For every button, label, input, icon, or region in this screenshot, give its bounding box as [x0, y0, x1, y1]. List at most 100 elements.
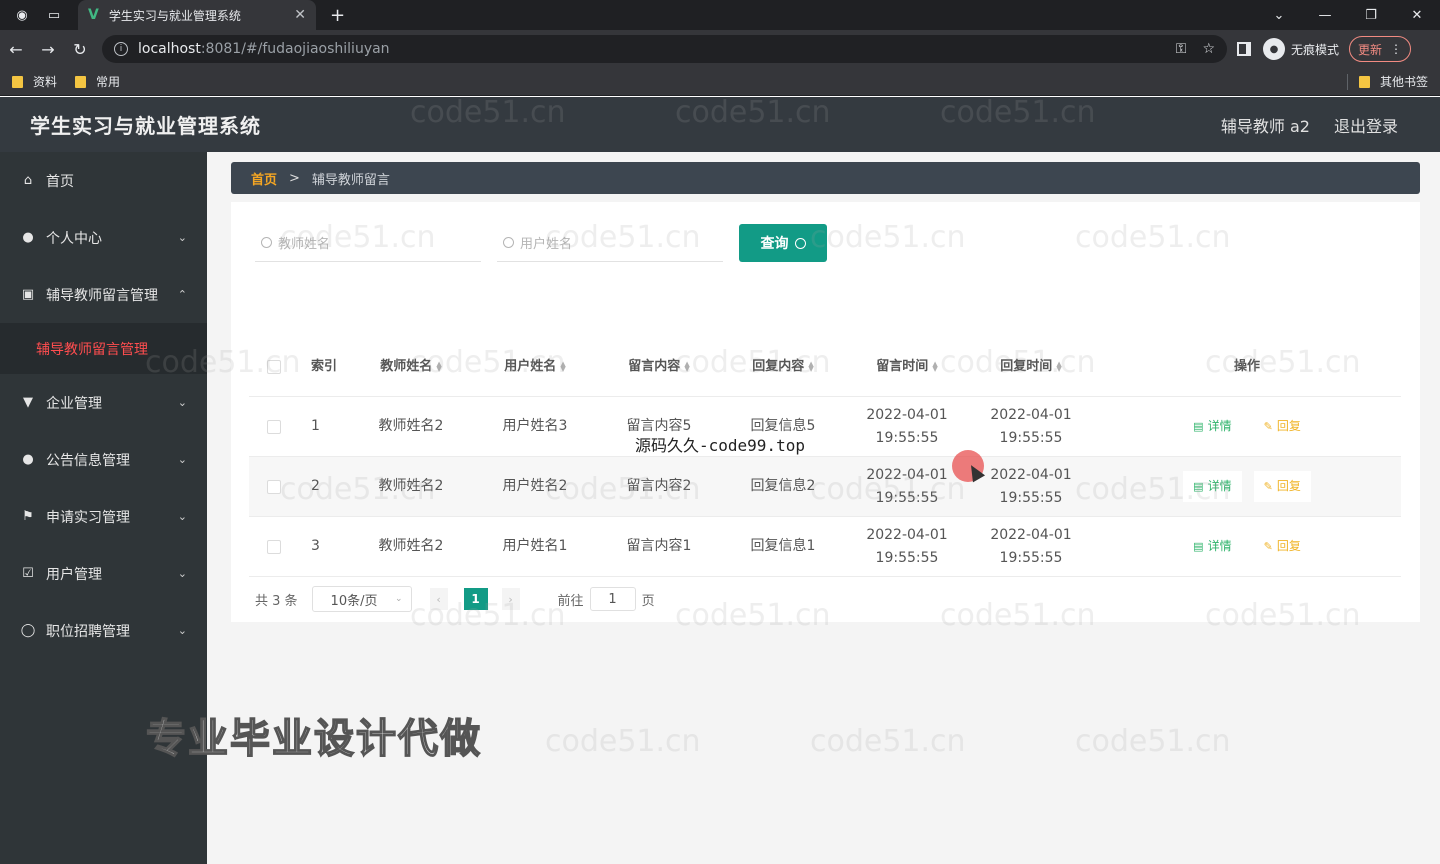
edit-icon: ✎ — [1263, 420, 1273, 433]
header-message[interactable]: 留言内容 ▲ ▼ — [597, 355, 721, 378]
sidebar-item-home[interactable]: ⌂ 首页 — [0, 152, 207, 209]
cell-index: 1 — [311, 418, 320, 434]
teacher-name-input[interactable]: 教师姓名 — [255, 224, 481, 262]
list-card: 教师姓名 用户姓名 查询 索引 教师姓名 ▲ ▼ 用户姓名 ▲ ▼ 留言内容 ▲ ▼ 回复内… — [231, 202, 1420, 622]
more-icon[interactable]: ⋮ — [1390, 42, 1402, 56]
sidebar-item-users[interactable]: ☑ 用户管理 ⌄ — [0, 545, 207, 602]
cell-user: 用户姓名1 — [502, 538, 568, 554]
detail-button[interactable]: ▤ 详情 — [1183, 531, 1241, 562]
cell-message-time: 2022-04-01 19:55:55 — [866, 526, 948, 566]
browser-tab-bar: ◉ ▭ V 学生实习与就业管理系统 ✕ + ⌄ — ❐ ✕ — [0, 0, 1440, 30]
reply-button[interactable]: ✎ 回复 — [1254, 411, 1311, 442]
logout-button[interactable]: 退出登录 — [1334, 113, 1398, 137]
close-window-icon[interactable]: ✕ — [1394, 8, 1440, 23]
query-button[interactable]: 查询 — [739, 224, 827, 262]
chevron-down-icon: ⌄ — [177, 624, 187, 637]
row-checkbox[interactable] — [267, 419, 281, 434]
sidebar-item-notice[interactable]: ● 公告信息管理 ⌄ — [0, 431, 207, 488]
header-reply[interactable]: 回复内容 ▲ ▼ — [721, 355, 845, 378]
sidebar-item-internship-apply[interactable]: ⚑ 申请实习管理 ⌄ — [0, 488, 207, 545]
sidebar-item-teacher-message[interactable]: ▣ 辅导教师留言管理 ⌃ — [0, 266, 207, 323]
sort-icon[interactable]: ▲ ▼ — [684, 360, 689, 372]
address-bar: ← → ↻ i localhost:8081/#/fudaojiaoshiliu… — [0, 30, 1440, 68]
sidebar-item-personal-center[interactable]: ● 个人中心 ⌄ — [0, 209, 207, 266]
cell-reply: 回复信息1 — [750, 538, 816, 554]
header-teacher[interactable]: 教师姓名 ▲ ▼ — [349, 355, 473, 378]
url-host: localhost — [138, 41, 201, 57]
breadcrumb-home[interactable]: 首页 — [251, 169, 277, 188]
next-page-button[interactable]: › — [501, 588, 520, 610]
chevron-down-icon: ⌄ — [177, 567, 187, 580]
back-icon[interactable]: ← — [0, 40, 32, 59]
message-icon: ▣ — [21, 287, 35, 302]
header-reply-time[interactable]: 回复时间 ▲ ▼ — [969, 355, 1093, 378]
sidebar-item-enterprise[interactable]: ▼ 企业管理 ⌄ — [0, 374, 207, 431]
profile-icon[interactable]: ◉ — [12, 5, 32, 25]
prev-page-button[interactable]: ‹ — [429, 588, 448, 610]
incognito-indicator[interactable]: ● 无痕模式 — [1263, 38, 1339, 60]
url-input[interactable]: i localhost:8081/#/fudaojiaoshiliuyan ⚿ … — [102, 35, 1227, 63]
tab-search-icon[interactable]: ▭ — [44, 5, 64, 25]
header-user[interactable]: 用户姓名 ▲ ▼ — [473, 355, 597, 378]
user-name-input[interactable]: 用户姓名 — [497, 224, 723, 262]
cell-reply-time: 2022-04-01 19:55:55 — [990, 406, 1072, 446]
chevron-down-icon: ⌄ — [177, 453, 187, 466]
cell-message: 留言内容1 — [626, 538, 692, 554]
header-message-time[interactable]: 留言时间 ▲ ▼ — [845, 355, 969, 378]
document-icon: ▤ — [1193, 420, 1204, 433]
goto-label: 前往 — [557, 593, 584, 609]
home-icon: ⌂ — [23, 173, 33, 188]
maximize-icon[interactable]: ❐ — [1348, 8, 1394, 23]
sidebar-item-job[interactable]: ◯ 职位招聘管理 ⌄ — [0, 602, 207, 659]
search-icon — [503, 237, 514, 248]
document-icon: ▤ — [1193, 480, 1204, 493]
page-number-button[interactable]: 1 — [463, 588, 488, 610]
document-icon: ▤ — [1193, 540, 1204, 553]
reply-button[interactable]: ✎ 回复 — [1253, 471, 1311, 502]
sidebar-toggle-icon[interactable] — [1237, 42, 1251, 56]
goto-page-input[interactable]: 1 — [589, 587, 636, 611]
cell-message-time: 2022-04-01 19:55:55 — [866, 466, 948, 506]
sidebar-item-label: 首页 — [46, 173, 74, 190]
reply-button[interactable]: ✎ 回复 — [1254, 531, 1311, 562]
other-bookmarks[interactable]: 其他书签 — [1358, 73, 1428, 90]
detail-button[interactable]: ▤ 详情 — [1183, 471, 1242, 502]
sort-icon[interactable]: ▲ ▼ — [436, 360, 441, 372]
row-checkbox[interactable] — [267, 479, 281, 494]
search-form: 教师姓名 用户姓名 查询 — [255, 224, 827, 262]
tab-close-icon[interactable]: ✕ — [294, 7, 306, 23]
sort-icon[interactable]: ▲ ▼ — [1056, 360, 1061, 372]
user-name-placeholder: 用户姓名 — [520, 237, 573, 252]
page-size-select[interactable]: 10条/页 ⌄ — [311, 586, 412, 612]
teacher-name-placeholder: 教师姓名 — [278, 237, 331, 252]
sidebar-item-label: 用户管理 — [46, 566, 102, 583]
sidebar-item-label: 企业管理 — [46, 395, 102, 412]
bookmark-label: 常用 — [96, 75, 121, 89]
sort-icon[interactable]: ▲ ▼ — [560, 360, 565, 372]
bookmark-folder[interactable]: 常用 — [75, 73, 120, 90]
detail-button[interactable]: ▤ 详情 — [1183, 411, 1241, 442]
tab-title: 学生实习与就业管理系统 — [108, 8, 241, 23]
page-size-value: 10条/页 — [330, 593, 378, 609]
sort-icon[interactable]: ▲ ▼ — [808, 360, 813, 372]
key-icon[interactable]: ⚿ — [1176, 41, 1187, 57]
row-checkbox[interactable] — [267, 539, 281, 554]
forward-icon[interactable]: → — [32, 40, 64, 59]
update-button[interactable]: 更新 ⋮ — [1349, 36, 1412, 62]
sort-icon[interactable]: ▲ ▼ — [932, 360, 937, 372]
search-icon — [794, 237, 806, 249]
select-all-checkbox[interactable] — [267, 359, 281, 374]
bookmark-folder[interactable]: 资料 — [12, 73, 57, 90]
breadcrumb-separator: > — [289, 170, 300, 186]
cell-index: 3 — [311, 538, 320, 554]
reload-icon[interactable]: ↻ — [64, 40, 96, 59]
url-path: :8081/#/fudaojiaoshiliuyan — [200, 41, 390, 57]
minimize-icon[interactable]: — — [1302, 8, 1348, 23]
table-header: 索引 教师姓名 ▲ ▼ 用户姓名 ▲ ▼ 留言内容 ▲ ▼ 回复内容 ▲ ▼ 留言时间 ▲ ▼ 回复… — [249, 337, 1401, 397]
new-tab-icon[interactable]: + — [330, 5, 345, 26]
tab-list-icon[interactable]: ⌄ — [1256, 8, 1302, 23]
star-icon[interactable]: ☆ — [1202, 41, 1215, 57]
submenu-item-teacher-message[interactable]: 辅导教师留言管理 — [0, 323, 207, 374]
browser-tab[interactable]: V 学生实习与就业管理系统 ✕ — [78, 0, 316, 30]
site-info-icon[interactable]: i — [114, 42, 128, 56]
